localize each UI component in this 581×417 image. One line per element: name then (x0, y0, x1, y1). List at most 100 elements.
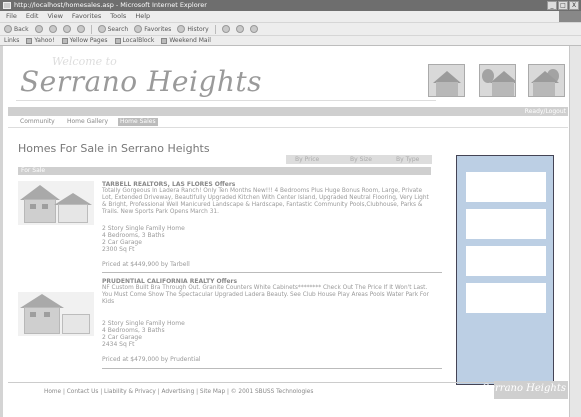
edit-button[interactable] (249, 25, 258, 33)
link-localblock[interactable]: LocalBlock (114, 37, 154, 44)
header-divider (16, 100, 436, 101)
search-label: Search (107, 25, 129, 33)
site-logo-title[interactable]: Serrano Heights (20, 65, 262, 98)
link-icon (161, 37, 168, 44)
logout-link[interactable]: Ready/Logout (525, 107, 566, 116)
sort-by-price[interactable]: By Price (295, 155, 319, 164)
menu-view[interactable]: View (47, 11, 62, 22)
tree-shape (482, 69, 494, 83)
listing-photo[interactable] (18, 181, 94, 225)
links-label: Links (4, 37, 20, 44)
web-page: Welcome to Serrano Heights Ready/Logout … (8, 50, 568, 417)
link-yahoo[interactable]: Yahoo! (26, 37, 55, 44)
listing-title[interactable]: PRUDENTIAL CALIFORNIA REALTY Offers (102, 278, 237, 285)
minimize-button[interactable]: _ (547, 1, 557, 10)
link-weekend-mail[interactable]: Weekend Mail (161, 37, 211, 44)
listing-spec: 4 Bedrooms, 3 Baths (102, 327, 165, 334)
link-label: Yellow Pages (69, 37, 108, 44)
mail-button[interactable] (221, 25, 230, 33)
menu-edit[interactable]: Edit (26, 11, 39, 22)
edit-icon (249, 25, 258, 33)
favorites-button[interactable]: Favorites (134, 25, 171, 33)
refresh-button[interactable] (62, 25, 71, 33)
listing-spec: 2 Story Single Family Home (102, 320, 185, 327)
history-button[interactable]: History (177, 25, 209, 33)
toolbar-divider (214, 24, 216, 34)
menu-tools[interactable]: Tools (110, 11, 126, 22)
link-label: Yahoo! (34, 37, 55, 44)
window-shape (30, 204, 36, 209)
roof-shape (20, 294, 64, 308)
listing-spec: 2 Car Garage (102, 334, 142, 341)
close-button[interactable]: X (569, 1, 579, 10)
section-label: For Sale (21, 167, 46, 174)
search-button[interactable]: Search (97, 25, 129, 33)
home-icon (76, 25, 85, 33)
tab-home-gallery[interactable]: Home Gallery (65, 118, 110, 126)
listing-item: PRUDENTIAL CALIFORNIA REALTY Offers NF C… (18, 278, 434, 368)
link-label: Weekend Mail (169, 37, 211, 44)
link-icon (114, 37, 121, 44)
listing-spec: 2 Story Single Family Home (102, 225, 185, 232)
listing-item: TARBELL REALTORS, LAS FLORES Offers Tota… (18, 181, 434, 273)
history-icon (177, 25, 186, 33)
window-titlebar: http://localhost/homesales.asp - Microso… (0, 0, 581, 11)
sidebar-box[interactable] (466, 172, 546, 202)
sidebar-box[interactable] (466, 209, 546, 239)
header-house-photo (428, 64, 465, 97)
back-label: Back (14, 25, 29, 33)
sidebar-box[interactable] (466, 283, 546, 313)
window-shape (42, 204, 48, 209)
listing-photo[interactable] (18, 292, 94, 336)
link-icon (61, 37, 68, 44)
back-button[interactable]: Back (4, 25, 29, 33)
wall-shape (24, 199, 56, 223)
window-frame-left (0, 46, 3, 417)
window-shape (44, 312, 50, 317)
print-icon (235, 25, 244, 33)
link-icon (26, 37, 33, 44)
footer-logo-text: Serrano Heights (482, 383, 566, 394)
sort-by-size[interactable]: By Size (350, 155, 372, 164)
window-shape (30, 312, 36, 317)
maximize-button[interactable]: □ (558, 1, 568, 10)
tab-home-sales[interactable]: Home Sales (118, 118, 158, 126)
menu-help[interactable]: Help (135, 11, 150, 22)
link-yellow-pages[interactable]: Yellow Pages (61, 37, 108, 44)
footer-logo: Serrano Heights (482, 381, 568, 399)
vertical-scrollbar[interactable] (569, 46, 581, 417)
sidebar-box[interactable] (466, 246, 546, 276)
search-icon (97, 25, 106, 33)
menu-file[interactable]: File (6, 11, 17, 22)
sort-bar: By Price By Size By Type (286, 155, 432, 164)
menu-favorites[interactable]: Favorites (72, 11, 101, 22)
footer-links[interactable]: Home | Contact Us | Liability & Privacy … (44, 389, 313, 395)
garage-door-shape (62, 314, 90, 334)
page-bottom (8, 407, 568, 417)
favorites-label: Favorites (144, 25, 172, 33)
roof-shape (20, 185, 60, 200)
tab-community[interactable]: Community (18, 118, 57, 126)
section-header-bar: For Sale (18, 167, 431, 175)
history-label: History (187, 25, 209, 33)
home-button[interactable] (76, 25, 85, 33)
listing-title[interactable]: TARBELL REALTORS, LAS FLORES Offers (102, 181, 235, 188)
menu-bar: File Edit View Favorites Tools Help (0, 11, 581, 22)
page-title: Homes For Sale in Serrano Heights (18, 142, 210, 155)
garage-door-shape (58, 204, 88, 223)
nav-divider (8, 127, 568, 128)
windows-logo-icon (559, 11, 581, 22)
browser-toolbar: Back Search Favorites History (0, 22, 581, 35)
print-button[interactable] (235, 25, 244, 33)
mail-icon (221, 25, 230, 33)
header-house-photo (528, 64, 565, 97)
house-body-shape (492, 82, 514, 96)
header-house-photo (479, 64, 516, 97)
stop-button[interactable] (48, 25, 57, 33)
listing-spec: 4 Bedrooms, 3 Baths (102, 232, 165, 239)
forward-button[interactable] (34, 25, 43, 33)
sort-by-type[interactable]: By Type (396, 155, 419, 164)
toolbar-divider (90, 24, 92, 34)
house-body-shape (436, 82, 458, 96)
listing-divider (102, 272, 442, 273)
